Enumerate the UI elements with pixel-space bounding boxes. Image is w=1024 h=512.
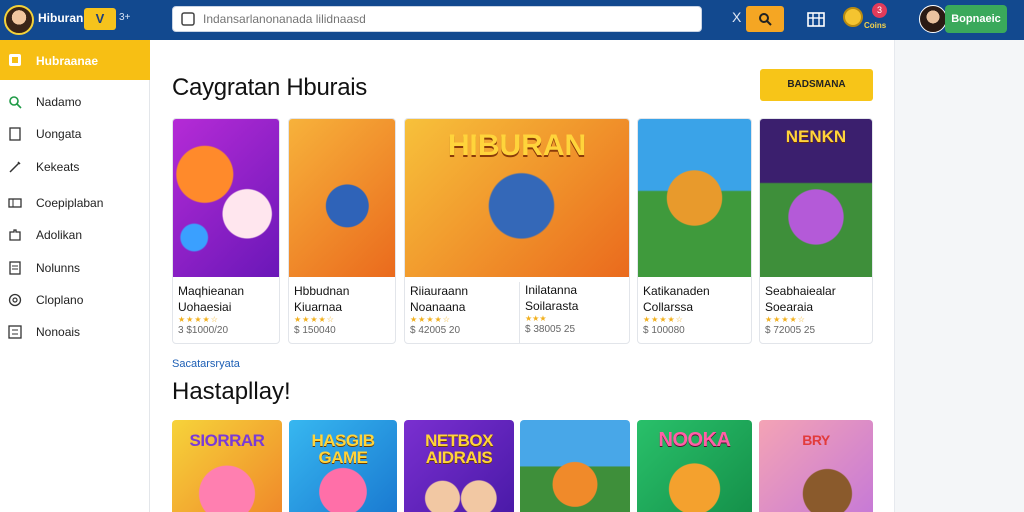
card-title: Hbbudnan	[294, 284, 350, 298]
card-meta: $ 42005 20	[410, 325, 461, 336]
logo-avatar[interactable]	[4, 5, 34, 35]
tile-title: NETBOX AIDRAIS	[425, 431, 493, 467]
rating-stars: ★★★★☆	[294, 315, 335, 324]
brand-badge: V	[84, 8, 116, 30]
thumbnail-title: NENKN	[785, 127, 847, 146]
sidebar-item-label: Kekeats	[36, 160, 80, 174]
game-tile[interactable]: NETBOX AIDRAIS	[404, 420, 514, 512]
store-icon[interactable]	[806, 8, 826, 28]
card-title: Maqhieanan	[178, 284, 245, 298]
game-tile[interactable]	[520, 420, 630, 512]
sidebar-item-home[interactable]: Hubraanae	[0, 40, 150, 80]
coin-icon[interactable]	[843, 7, 863, 27]
puzzle-icon	[9, 229, 21, 241]
section-title-2: Hastapllay!	[172, 378, 291, 405]
sidebar-item-label: Nonoais	[36, 325, 81, 339]
section-title: Caygratan Hburais	[172, 74, 367, 101]
sidebar-item-bookmark[interactable]: Uongata	[0, 117, 150, 149]
rating-stars: ★★★	[525, 314, 547, 323]
profile-button[interactable]: Bopnaeic	[945, 5, 1007, 33]
game-thumbnail	[289, 119, 395, 277]
game-card[interactable]: NENKN Seabhaiealar Soearaia ★★★★☆ $ 7200…	[759, 118, 873, 344]
clear-search-button[interactable]: X	[732, 9, 741, 25]
note-icon	[9, 261, 21, 275]
search-bar[interactable]	[172, 6, 702, 32]
tile-title: BRY	[802, 432, 830, 448]
list-icon	[8, 325, 22, 339]
tile-title: HASGIB GAME	[311, 431, 375, 467]
card-title: Inilatanna	[525, 283, 578, 297]
sidebar-item-label: Nadamo	[36, 95, 82, 109]
card-subtitle: Collarssa	[643, 300, 694, 314]
section-sublabel[interactable]: Sacatarsryata	[172, 358, 240, 370]
sidebar-item-list[interactable]: Nonoais	[0, 315, 150, 347]
sidebar-item-globe[interactable]: Cloplano	[0, 283, 150, 315]
game-thumbnail: NENKN	[760, 119, 872, 277]
card-subtitle: Noanaana	[410, 300, 466, 314]
notification-badge[interactable]: 3	[872, 3, 887, 18]
sidebar: Hubraanae Nadamo Uongata Kekeats Coepipl…	[0, 40, 150, 512]
home-icon	[9, 54, 21, 66]
see-all-button[interactable]: BADSMANA	[760, 69, 873, 101]
card-title: Katikanaden	[643, 284, 710, 298]
card-subtitle: Soearaia	[765, 300, 814, 314]
game-card[interactable]: Katikanaden Collarssa ★★★★☆ $ 100080	[637, 118, 752, 344]
sidebar-item-note[interactable]: Nolunns	[0, 251, 150, 283]
card-meta: $ 150040	[294, 325, 336, 336]
ticket-icon	[8, 198, 22, 208]
search-input[interactable]	[203, 10, 693, 28]
card-divider	[519, 282, 520, 344]
user-avatar[interactable]	[919, 5, 947, 33]
sidebar-item-ticket[interactable]: Coepiplaban	[0, 186, 150, 218]
globe-icon	[8, 293, 22, 307]
right-panel	[894, 40, 1024, 512]
card-meta: 3 $1000/20	[178, 325, 229, 336]
card-meta: $ 38005 25	[525, 324, 576, 335]
game-thumbnail	[173, 119, 279, 277]
sidebar-item-label: Uongata	[36, 127, 82, 141]
bookmark-icon	[9, 127, 21, 141]
card-title: Seabhaiealar	[765, 284, 836, 298]
game-thumbnail	[638, 119, 751, 277]
search-button[interactable]	[746, 6, 784, 32]
card-title: Riiauraann	[410, 284, 469, 298]
sidebar-item-label: Cloplano	[36, 293, 84, 307]
game-tile[interactable]: NOOKA	[637, 420, 752, 512]
sidebar-item-pen[interactable]: Kekeats	[0, 150, 150, 182]
game-tile[interactable]: BRY	[759, 420, 873, 512]
brand-extra: 3+	[119, 12, 131, 23]
sidebar-item-label: Coepiplaban	[36, 196, 104, 210]
rating-stars: ★★★★☆	[410, 315, 451, 324]
rating-stars: ★★★★☆	[765, 315, 806, 324]
search-icon	[181, 12, 195, 26]
main-content: Caygratan Hburais BADSMANA Maqhieanan Uo…	[150, 40, 894, 512]
pen-icon	[9, 161, 21, 173]
rating-stars: ★★★★☆	[178, 315, 219, 324]
sidebar-item-label: Nolunns	[36, 261, 81, 275]
top-bar: Hiburan V 3+ X 3 Coins Bopnaeic	[0, 0, 1024, 40]
game-tile[interactable]: HASGIB GAME	[289, 420, 397, 512]
game-card[interactable]: Maqhieanan Uohaesiai ★★★★☆ 3 $1000/20	[172, 118, 280, 344]
magnifier-icon	[759, 13, 772, 26]
tile-title: NOOKA	[658, 429, 731, 451]
tile-title: SIORRAR	[189, 431, 265, 450]
card-subtitle: Uohaesiai	[178, 300, 232, 314]
search-icon	[9, 96, 22, 109]
brand-name[interactable]: Hiburan	[38, 11, 83, 25]
game-tile[interactable]: SIORRAR	[172, 420, 282, 512]
game-card[interactable]: Hbbudnan Kiuarnaa ★★★★☆ $ 150040	[288, 118, 396, 344]
sidebar-item-puzzle[interactable]: Adolikan	[0, 218, 150, 250]
card-subtitle: Soilarasta	[525, 299, 579, 313]
card-subtitle: Kiuarnaa	[294, 300, 343, 314]
sidebar-item-search[interactable]: Nadamo	[0, 85, 150, 117]
sidebar-item-label: Adolikan	[36, 228, 83, 242]
coins-label: Coins	[864, 21, 887, 30]
rating-stars: ★★★★☆	[643, 315, 684, 324]
sidebar-item-label: Hubraanae	[36, 54, 99, 68]
card-meta: $ 72005 25	[765, 325, 816, 336]
card-meta: $ 100080	[643, 325, 685, 336]
